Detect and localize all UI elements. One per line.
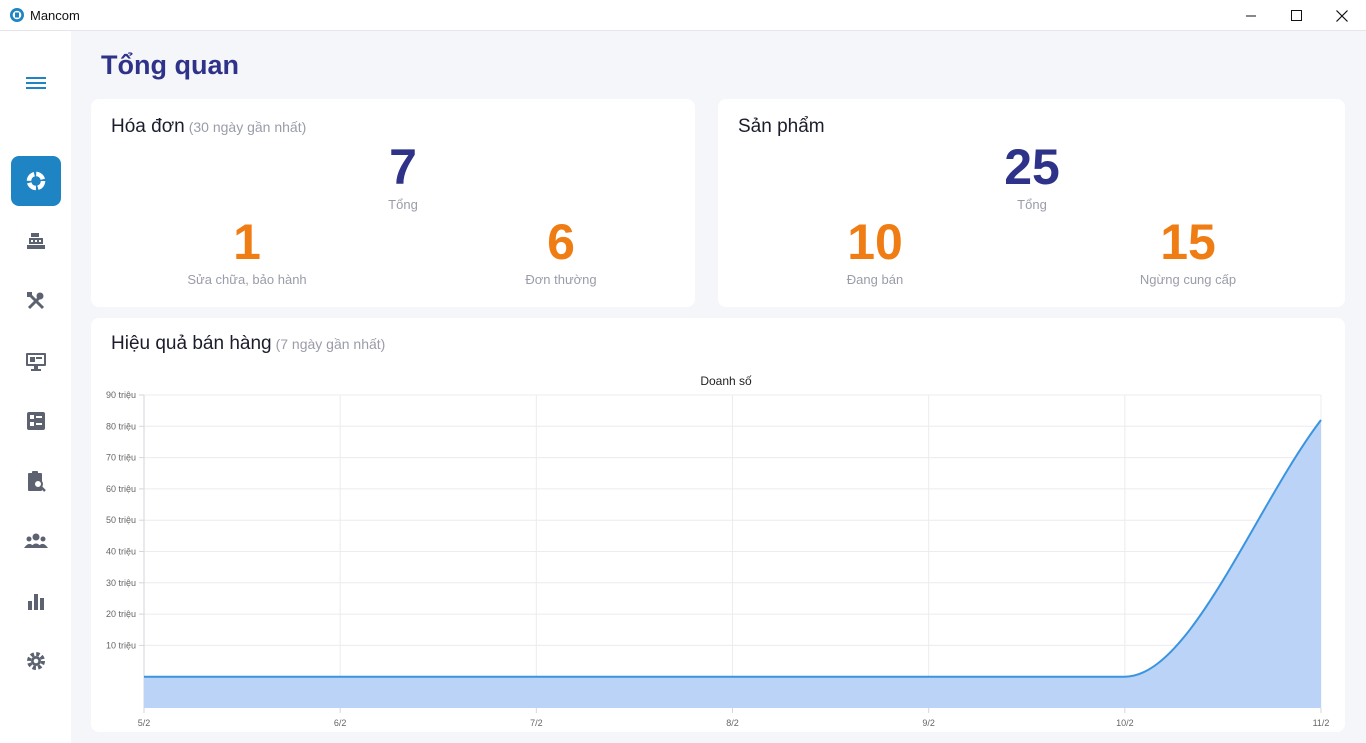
x-tick-label: 6/2 <box>334 718 347 728</box>
y-tick-label: 10 triệu <box>106 640 136 650</box>
y-tick-label: 40 triệu <box>106 547 136 557</box>
y-tick-label: 20 triệu <box>106 609 136 619</box>
y-tick-label: 80 triệu <box>106 421 136 431</box>
y-tick-label: 30 triệu <box>106 578 136 588</box>
x-tick-label: 9/2 <box>922 718 935 728</box>
x-tick-label: 10/2 <box>1116 718 1134 728</box>
y-tick-label: 90 triệu <box>106 390 136 400</box>
sales-chart: 10 triệu 20 triệu 30 triệu 40 triệu 50 triệu… <box>106 390 1330 728</box>
y-tick-label: 50 triệu <box>106 515 136 525</box>
x-tick-label: 11/2 <box>1313 718 1330 728</box>
x-tick-label: 8/2 <box>726 718 739 728</box>
y-tick-label: 70 triệu <box>106 453 136 463</box>
y-tick-label: 60 triệu <box>106 484 136 494</box>
x-tick-label: 5/2 <box>138 718 151 728</box>
x-tick-label: 7/2 <box>530 718 543 728</box>
